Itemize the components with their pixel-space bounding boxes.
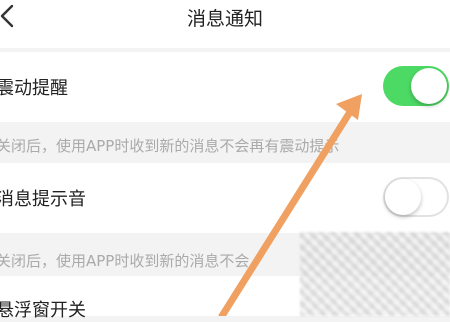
annotation-arrow-icon: [218, 94, 362, 316]
